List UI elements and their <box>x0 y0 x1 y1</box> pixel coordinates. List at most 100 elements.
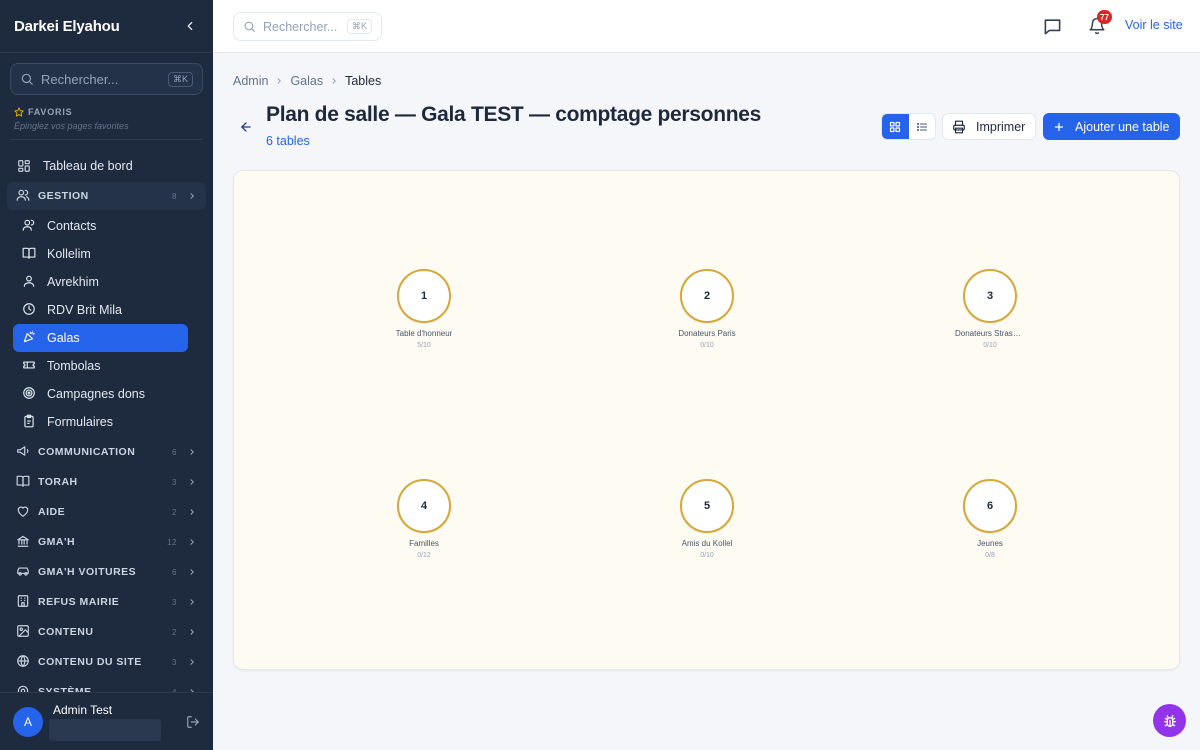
grid-icon <box>890 121 901 132</box>
table-occupancy: 5/10 <box>417 342 431 349</box>
table-number: 2 <box>680 269 734 323</box>
sidebar-group-contenu[interactable]: CONTENU 2 <box>7 618 206 646</box>
global-search-input[interactable]: Rechercher... ⌘K <box>233 12 382 41</box>
floor-plan: 1 Table d'honneur 5/10 2 Donateurs Paris… <box>233 170 1180 670</box>
table-count: 6 tables <box>266 134 310 148</box>
breadcrumb: Admin Galas Tables <box>233 74 381 88</box>
sidebar-group-count: 3 <box>172 477 177 487</box>
globe-icon <box>16 654 30 671</box>
sidebar-group-label: COMMUNICATION <box>38 446 136 458</box>
sidebar-header: Darkei Elyahou <box>0 0 213 53</box>
table-6[interactable]: 6 Jeunes 0/8 <box>930 479 1050 559</box>
chevron-right-icon <box>187 477 197 487</box>
table-occupancy: 0/8 <box>985 552 995 559</box>
sidebar-search-input[interactable]: Rechercher... ⌘K <box>10 63 203 95</box>
favorites-label: FAVORIS <box>28 107 73 117</box>
back-button[interactable] <box>239 120 253 134</box>
sidebar-item-label: RDV Brit Mila <box>47 303 123 317</box>
sidebar-group-communication[interactable]: COMMUNICATION 6 <box>7 438 206 466</box>
user-info: Admin Test <box>49 703 186 741</box>
add-table-label: Ajouter une table <box>1075 119 1170 134</box>
sidebar-item-formulaires[interactable]: Formulaires <box>13 408 188 436</box>
users-icon <box>22 218 36 235</box>
chevron-right-icon <box>187 447 197 457</box>
breadcrumb-admin[interactable]: Admin <box>233 74 268 88</box>
sidebar-item-kollelim[interactable]: Kollelim <box>13 240 188 268</box>
chevron-right-icon <box>329 76 339 86</box>
sidebar-user-footer: A Admin Test <box>0 692 213 750</box>
table-occupancy: 0/10 <box>700 552 714 559</box>
table-2[interactable]: 2 Donateurs Paris 0/10 <box>647 269 767 349</box>
chevron-right-icon <box>187 537 197 547</box>
sidebar-item-galas[interactable]: Galas <box>13 324 188 352</box>
table-name: Table d'honneur <box>395 329 453 338</box>
sidebar-group-gmah[interactable]: GMA'H 12 <box>7 528 206 556</box>
printer-icon <box>953 120 965 133</box>
sidebar-group-count: 6 <box>172 567 177 577</box>
table-occupancy: 0/10 <box>983 342 997 349</box>
book-icon <box>16 474 30 491</box>
party-icon <box>22 330 36 347</box>
chevron-right-icon <box>274 76 284 86</box>
sidebar-item-tombolas[interactable]: Tombolas <box>13 352 188 380</box>
sidebar-item-label: Avrekhim <box>47 275 99 289</box>
sidebar-item-campagnes-dons[interactable]: Campagnes dons <box>13 380 188 408</box>
bug-icon <box>1163 714 1176 727</box>
arrow-left-icon <box>241 122 251 132</box>
sidebar-item-contacts[interactable]: Contacts <box>13 212 188 240</box>
sidebar-item-label: Tombolas <box>47 359 101 373</box>
table-4[interactable]: 4 Familles 0/12 <box>364 479 484 559</box>
table-number: 5 <box>680 479 734 533</box>
collapse-sidebar-button[interactable] <box>181 17 199 35</box>
car-icon <box>16 564 30 581</box>
list-view-button[interactable] <box>909 114 936 139</box>
logout-button[interactable] <box>186 715 200 729</box>
sidebar-group-count: 6 <box>172 447 177 457</box>
add-table-button[interactable]: Ajouter une table <box>1043 113 1180 140</box>
breadcrumb-galas[interactable]: Galas <box>290 74 323 88</box>
message-square-icon <box>1044 19 1061 35</box>
bank-icon <box>16 534 30 551</box>
print-button[interactable]: Imprimer <box>942 113 1036 140</box>
sidebar-item-avrekhim[interactable]: Avrekhim <box>13 268 188 296</box>
table-3[interactable]: 3 Donateurs Strasbourg 0/10 <box>930 269 1050 349</box>
chevron-left-icon <box>187 21 193 31</box>
sidebar-group-label: GESTION <box>38 190 89 202</box>
table-1[interactable]: 1 Table d'honneur 5/10 <box>364 269 484 349</box>
chevron-right-icon <box>187 191 197 201</box>
target-icon <box>22 386 36 403</box>
sidebar-group-aide[interactable]: AIDE 2 <box>7 498 206 526</box>
sidebar-item-label: Campagnes dons <box>47 387 145 401</box>
heart-icon <box>16 504 30 521</box>
view-site-link[interactable]: Voir le site <box>1125 18 1183 32</box>
sidebar-group-label: GMA'H <box>38 536 76 548</box>
messages-button[interactable] <box>1043 17 1062 36</box>
sidebar-group-refus-mairie[interactable]: REFUS MAIRIE 3 <box>7 588 206 616</box>
table-occupancy: 0/10 <box>700 342 714 349</box>
sidebar-group-count: 2 <box>172 507 177 517</box>
grid-view-button[interactable] <box>882 114 909 139</box>
sidebar-group-gmah-voitures[interactable]: GMA'H VOITURES 6 <box>7 558 206 586</box>
sidebar-group-label: REFUS MAIRIE <box>38 596 120 608</box>
avatar[interactable]: A <box>13 706 43 737</box>
favorites-hint: Épinglez vos pages favorites <box>14 121 129 131</box>
view-toggle <box>881 113 936 140</box>
sidebar-group-gestion[interactable]: GESTION 8 <box>7 182 206 210</box>
search-icon <box>21 73 33 85</box>
clipboard-icon <box>22 414 36 431</box>
chevron-right-icon <box>187 567 197 577</box>
sidebar-item-dashboard[interactable]: Tableau de bord <box>0 152 213 180</box>
table-number: 1 <box>397 269 451 323</box>
table-5[interactable]: 5 Amis du Kollel 0/10 <box>647 479 767 559</box>
sidebar-group-label: CONTENU <box>38 626 94 638</box>
global-search-placeholder: Rechercher... <box>263 19 338 34</box>
sidebar-item-rdv-brit-mila[interactable]: RDV Brit Mila <box>13 296 188 324</box>
sidebar-group-label: GMA'H VOITURES <box>38 566 137 578</box>
sidebar-group-count: 12 <box>167 537 177 547</box>
debug-button[interactable] <box>1153 704 1186 737</box>
table-number: 6 <box>963 479 1017 533</box>
sidebar-group-contenu-du-site[interactable]: CONTENU DU SITE 3 <box>7 648 206 676</box>
table-number: 3 <box>963 269 1017 323</box>
sidebar-group-torah[interactable]: TORAH 3 <box>7 468 206 496</box>
image-icon <box>16 624 30 641</box>
